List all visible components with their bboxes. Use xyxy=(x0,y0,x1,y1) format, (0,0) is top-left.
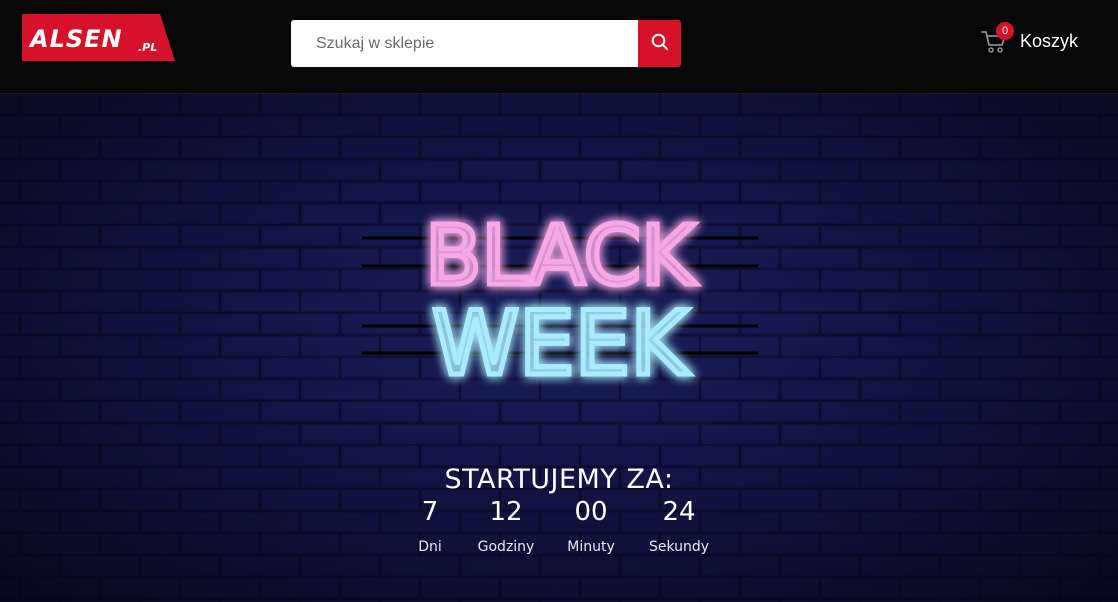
cart-count-badge: 0 xyxy=(996,22,1014,40)
countdown-minutes-value: 00 xyxy=(574,497,608,527)
cart-icon xyxy=(980,31,1008,59)
countdown-title: STARTUJEMY ZA: xyxy=(444,464,674,495)
neon-text-week: WEEK xyxy=(432,292,690,392)
search-icon xyxy=(651,33,669,54)
countdown-hours-value: 12 xyxy=(489,497,523,527)
search-bar xyxy=(291,20,681,67)
countdown-hours: 12 Godziny xyxy=(461,497,551,555)
countdown-minutes-label: Minuty xyxy=(567,539,615,555)
countdown-seconds-value: 24 xyxy=(662,497,696,527)
countdown-seconds: 24 Sekundy xyxy=(634,497,724,555)
svg-text:ALSEN: ALSEN xyxy=(28,25,123,53)
black-week-banner: BLACK WEEK STARTUJEMY ZA: 7 Dni 12 Godzi… xyxy=(0,94,1118,602)
cart-icon-wrapper: 0 xyxy=(980,22,1014,55)
top-bar: ALSEN .PL 0 Koszyk xyxy=(0,0,1118,94)
black-week-neon-sign: BLACK WEEK xyxy=(362,207,758,392)
alsen-logo[interactable]: ALSEN .PL xyxy=(22,14,175,61)
svg-text:.PL: .PL xyxy=(138,41,157,54)
countdown-hours-label: Godziny xyxy=(477,539,535,555)
neon-text-black: BLACK xyxy=(425,209,697,304)
cart-button[interactable]: 0 Koszyk xyxy=(980,22,1079,58)
search-input[interactable] xyxy=(291,20,638,67)
cart-label: Koszyk xyxy=(1020,30,1079,51)
countdown-minutes: 00 Minuty xyxy=(546,497,636,555)
countdown-seconds-label: Sekundy xyxy=(648,539,710,555)
search-button[interactable] xyxy=(638,20,681,67)
